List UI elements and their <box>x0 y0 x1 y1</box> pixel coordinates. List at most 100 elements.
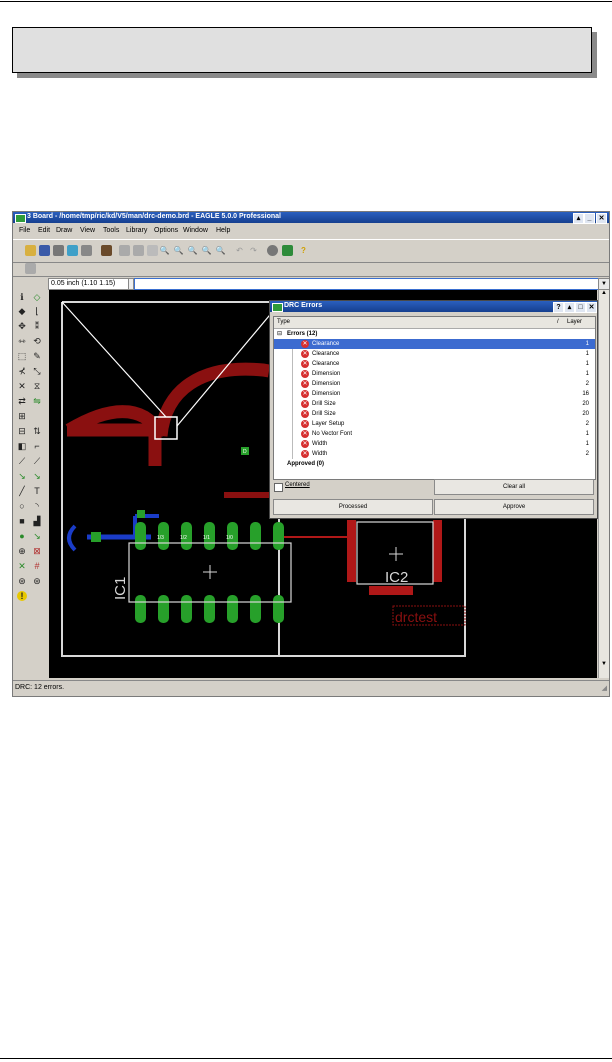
help-icon[interactable]: ? <box>553 302 564 313</box>
close-icon[interactable]: ✕ <box>596 213 607 224</box>
mirror-icon[interactable]: ⇿ <box>17 336 27 346</box>
copy-icon[interactable]: ⁑ <box>32 321 42 331</box>
errors-group[interactable]: ⊟ Errors (12) <box>274 329 595 339</box>
route-icon[interactable]: ⟋ <box>17 456 27 466</box>
attribute-icon[interactable]: ⊠ <box>32 546 42 556</box>
auto-icon[interactable]: # <box>32 561 42 571</box>
paste-icon[interactable]: ⇄ <box>17 396 27 406</box>
error-row[interactable]: ✕ Width 1 <box>274 439 595 449</box>
menu-library[interactable]: Library <box>126 227 147 234</box>
zoom-out-icon[interactable]: 🔍 <box>187 245 198 256</box>
run-ulp-icon[interactable] <box>101 245 112 256</box>
redraw-icon[interactable]: 🔍 <box>201 245 212 256</box>
minimize-icon[interactable]: _ <box>584 213 595 224</box>
command-line[interactable] <box>134 278 600 290</box>
approved-group[interactable]: Approved (0) <box>274 459 595 469</box>
redo-icon[interactable]: ↷ <box>248 245 259 256</box>
brd-icon[interactable] <box>133 245 144 256</box>
collapse-icon[interactable]: ⊟ <box>277 329 282 339</box>
clear-all-button[interactable]: Clear all <box>434 479 594 495</box>
rotate-icon[interactable]: ⟲ <box>32 336 42 346</box>
miter-icon[interactable]: ◧ <box>17 441 27 451</box>
menu-window[interactable]: Window <box>183 227 208 234</box>
split-icon[interactable]: ⊀ <box>17 366 27 376</box>
lock-icon[interactable]: ⊞ <box>17 411 27 421</box>
ratsnest-icon[interactable]: ✕ <box>17 561 27 571</box>
undo-icon[interactable]: ↶ <box>234 245 245 256</box>
restore-icon[interactable]: ▴ <box>573 213 584 224</box>
go-icon[interactable] <box>282 245 293 256</box>
script-icon[interactable] <box>81 245 92 256</box>
change-icon[interactable]: ✎ <box>32 351 42 361</box>
help-icon[interactable]: ? <box>298 245 309 256</box>
error-row[interactable]: ✕ Width 2 <box>274 449 595 459</box>
approve-button[interactable]: Approve <box>434 499 594 515</box>
error-row[interactable]: ✕ No Vector Font 1 <box>274 429 595 439</box>
signal-icon[interactable]: ↘ <box>32 531 42 541</box>
col-type[interactable]: Type <box>277 319 290 325</box>
menu-view[interactable]: View <box>80 227 95 234</box>
delete-icon[interactable]: ✕ <box>17 381 27 391</box>
print-icon[interactable] <box>53 245 64 256</box>
stop-icon[interactable] <box>267 245 278 256</box>
command-history-dropdown[interactable]: ▼ <box>598 278 609 290</box>
processed-button[interactable]: Processed <box>273 499 433 515</box>
error-row[interactable]: ✕ Clearance 1 <box>274 359 595 369</box>
use-library-icon[interactable] <box>147 245 158 256</box>
display-icon[interactable]: ◆ <box>17 306 27 316</box>
error-row[interactable]: ✕ Dimension 2 <box>274 379 595 389</box>
maximize-icon[interactable]: □ <box>575 302 586 313</box>
error-row[interactable]: ✕ Dimension 16 <box>274 389 595 399</box>
circle-icon[interactable]: ○ <box>17 501 27 511</box>
info-icon[interactable]: ℹ <box>17 292 27 302</box>
menu-edit[interactable]: Edit <box>38 227 50 234</box>
scroll-down-icon[interactable]: ▼ <box>599 661 609 670</box>
erc-icon[interactable]: ⊛ <box>17 576 27 586</box>
error-row[interactable]: ✕ Dimension 1 <box>274 369 595 379</box>
zoom-select-icon[interactable]: 🔍 <box>215 245 226 256</box>
resize-grip-icon[interactable]: ◢ <box>602 684 607 692</box>
smash-icon[interactable]: ⊟ <box>17 426 27 436</box>
error-row[interactable]: ✕ Drill Size 20 <box>274 399 595 409</box>
group-icon[interactable]: ⬚ <box>17 351 27 361</box>
error-list[interactable]: Type / Layer ⊟ Errors (12) ✕ Clearance 1 ✕… <box>273 316 596 480</box>
scroll-up-icon[interactable]: ▲ <box>599 290 609 299</box>
error-row[interactable]: ✕ Clearance 1 <box>274 339 595 349</box>
polygon-icon[interactable]: ▟ <box>32 516 42 526</box>
open-icon[interactable] <box>25 245 36 256</box>
replace-icon[interactable]: ⇋ <box>32 396 42 406</box>
menu-options[interactable]: Options <box>154 227 178 234</box>
rect-icon[interactable]: ■ <box>17 516 27 526</box>
errors-icon[interactable]: ! <box>17 591 27 601</box>
cam-icon[interactable] <box>67 245 78 256</box>
close-icon[interactable]: ✕ <box>586 302 597 313</box>
arc-icon[interactable]: ◝ <box>32 501 42 511</box>
horizontal-scrollbar[interactable] <box>49 671 597 679</box>
zoom-fit-icon[interactable]: 🔍 <box>159 245 170 256</box>
menu-help[interactable]: Help <box>216 227 230 234</box>
polygon-wire-icon[interactable]: ↘ <box>32 471 42 481</box>
zoom-in-icon[interactable]: 🔍 <box>173 245 184 256</box>
optimize-icon[interactable]: ⤡ <box>32 366 42 376</box>
move-icon[interactable]: ✥ <box>17 321 27 331</box>
drc-icon[interactable]: ⊛ <box>32 576 42 586</box>
menu-tools[interactable]: Tools <box>103 227 119 234</box>
name-icon[interactable]: ⧖ <box>32 381 42 391</box>
restore-icon[interactable]: ▴ <box>564 302 575 313</box>
line-icon[interactable]: ╱ <box>17 486 27 496</box>
mark-icon[interactable]: ⌊ <box>32 306 42 316</box>
error-row[interactable]: ✕ Drill Size 20 <box>274 409 595 419</box>
error-row[interactable]: ✕ Layer Setup 2 <box>274 419 595 429</box>
grid-icon[interactable] <box>25 263 36 274</box>
save-icon[interactable] <box>39 245 50 256</box>
value-icon[interactable]: ⇅ <box>32 426 42 436</box>
error-row[interactable]: ✕ Clearance 1 <box>274 349 595 359</box>
vertical-scrollbar[interactable]: ▲ ▼ <box>598 290 609 678</box>
sch-icon[interactable] <box>119 245 130 256</box>
text-icon[interactable]: T <box>32 486 42 496</box>
hole-icon[interactable]: ⊕ <box>17 546 27 556</box>
via-icon[interactable]: ● <box>17 531 27 541</box>
show-icon[interactable]: ◇ <box>32 292 42 302</box>
col-layer[interactable]: Layer <box>567 319 582 325</box>
bend-icon[interactable]: ⌐ <box>32 441 42 451</box>
